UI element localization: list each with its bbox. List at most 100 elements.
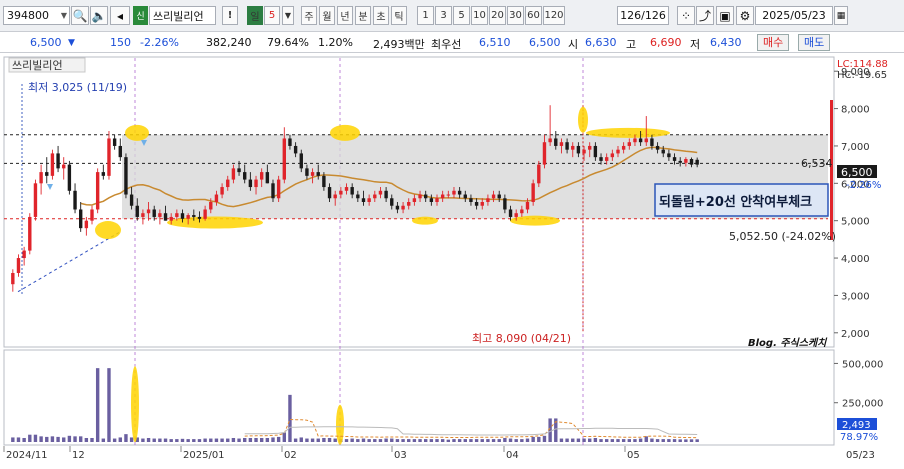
- volume-bar: [84, 437, 89, 442]
- volume-highlight: [336, 404, 344, 445]
- interval-20[interactable]: 20: [489, 6, 506, 25]
- alert-button[interactable]: !: [222, 6, 238, 25]
- volume-highlight: [131, 366, 139, 443]
- volume-bar: [655, 439, 660, 442]
- interval-10[interactable]: 10: [471, 6, 488, 25]
- volume-bar: [616, 439, 620, 442]
- candle-body: [610, 153, 615, 158]
- volume-bar: [593, 437, 598, 442]
- highlight-ellipse: [412, 216, 438, 225]
- settings-icon[interactable]: ▣: [716, 6, 734, 25]
- timeframe-2[interactable]: 년: [337, 6, 353, 25]
- volume-bar: [322, 437, 326, 442]
- volume-bar: [259, 437, 264, 442]
- volume-bar: [537, 436, 541, 442]
- volume-bar: [378, 439, 383, 442]
- candle-body: [514, 213, 518, 217]
- toolbar: 394800 ▼ 🔍 🔈 ◂ 신 쓰리빌리언 ! 일 5 ▼ 126/126 ⁘ …: [0, 0, 904, 32]
- volume-bar: [214, 438, 219, 442]
- volume-bar: [491, 439, 496, 442]
- candle-body: [175, 213, 179, 217]
- volume-bar: [180, 438, 185, 442]
- candle-body: [644, 138, 648, 143]
- interval-30[interactable]: 30: [507, 6, 524, 25]
- candle-body: [390, 198, 394, 206]
- current-price-label: 6,500: [841, 166, 873, 179]
- volume-bar: [45, 436, 49, 442]
- candle-body: [339, 190, 343, 195]
- volume-bar: [265, 437, 270, 442]
- volume-bar: [576, 438, 581, 442]
- candle-body: [192, 215, 196, 217]
- price-tick-label: 8,000: [841, 105, 870, 116]
- volume-bar: [158, 438, 162, 442]
- calendar-icon[interactable]: ▦: [834, 6, 848, 25]
- period-dropdown-icon[interactable]: ▼: [282, 6, 294, 25]
- candle-body: [152, 209, 156, 217]
- volume-bar: [429, 439, 434, 442]
- volume-bar: [418, 439, 422, 442]
- candle-body: [667, 153, 671, 158]
- candle-body: [638, 138, 643, 143]
- buy-button[interactable]: 매수: [757, 34, 790, 51]
- volume-bar: [689, 439, 694, 442]
- volume-bar: [497, 439, 501, 442]
- x-axis-label: 2025/01: [183, 450, 225, 461]
- search-icon[interactable]: 🔍: [71, 6, 89, 25]
- highlight-ellipse: [578, 106, 588, 133]
- period-value-field[interactable]: 5: [264, 6, 280, 25]
- volume-bar: [407, 439, 411, 442]
- candle-body: [486, 198, 490, 202]
- grid-toggle-icon[interactable]: ⁘: [677, 6, 695, 25]
- price-chart[interactable]: 9,0008,0007,0006,0005,0004,0003,0002,000…: [0, 54, 904, 466]
- candle-body: [254, 179, 258, 188]
- volume-bar: [531, 436, 535, 442]
- chart-area[interactable]: 9,000 8,000 7,000 6,000 5,000 4,000 3,000 2,000…: [0, 54, 904, 466]
- volume-bar: [520, 439, 524, 442]
- candle-body: [293, 145, 298, 154]
- period-type-button[interactable]: 일: [247, 6, 263, 25]
- gear-icon[interactable]: ⚙: [736, 6, 754, 25]
- volume-panel-frame: [3, 349, 835, 446]
- best-ask: 6,510: [479, 36, 511, 49]
- volume-value: 382,240: [206, 36, 252, 49]
- timeframe-3[interactable]: 분: [355, 6, 371, 25]
- candle-body: [395, 205, 400, 210]
- volume-bar: [62, 437, 66, 442]
- timeframe-4[interactable]: 초: [373, 6, 389, 25]
- timeframe-1[interactable]: 월: [319, 6, 335, 25]
- search-prev-icon[interactable]: ◂: [110, 6, 130, 25]
- stock-code-input[interactable]: 394800 ▼: [3, 6, 70, 25]
- sell-button[interactable]: 매도: [798, 34, 831, 51]
- interval-5[interactable]: 5: [453, 6, 470, 25]
- timeframe-0[interactable]: 주: [301, 6, 317, 25]
- interval-1[interactable]: 1: [417, 6, 434, 25]
- volume-bar: [367, 439, 371, 442]
- date-field[interactable]: 2025/05/23: [755, 6, 833, 25]
- x-axis-label: 04: [506, 450, 519, 461]
- candle-body: [463, 194, 467, 199]
- lowest-annotation: 최저 3,025 (11/19): [28, 81, 127, 94]
- candle-body: [650, 138, 654, 146]
- stock-name-field[interactable]: 쓰리빌리언: [149, 6, 216, 25]
- volume-bar: [610, 439, 615, 442]
- interval-120[interactable]: 120: [543, 6, 565, 25]
- x-axis-right-label: 05/23: [846, 450, 875, 461]
- interval-3[interactable]: 3: [435, 6, 452, 25]
- timeframe-5[interactable]: 틱: [391, 6, 407, 25]
- candle-body: [282, 138, 286, 180]
- volume-bar: [163, 438, 168, 442]
- interval-60[interactable]: 60: [525, 6, 542, 25]
- volume-bar: [95, 368, 100, 442]
- open-price: 6,630: [585, 36, 617, 49]
- low-label: 저: [690, 38, 701, 51]
- speaker-icon[interactable]: 🔈: [90, 6, 108, 25]
- volume-bar: [384, 438, 388, 442]
- volume-bar: [169, 439, 173, 442]
- volume-bar: [401, 439, 405, 442]
- volume-bar: [344, 439, 349, 442]
- chart-compare-icon[interactable]: ⤴: [696, 6, 714, 25]
- chevron-down-icon[interactable]: ▼: [61, 11, 67, 20]
- candle-body: [265, 172, 270, 184]
- candle-body: [107, 138, 111, 176]
